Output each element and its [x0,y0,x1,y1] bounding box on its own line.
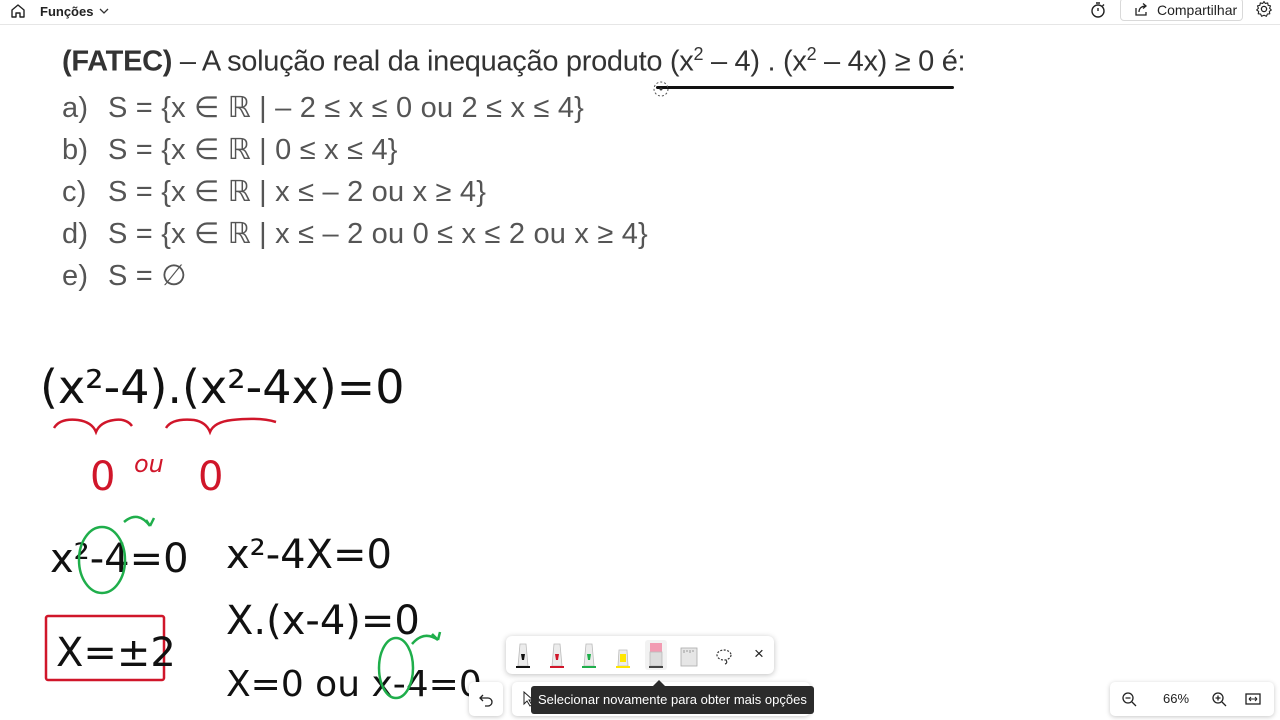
home-icon[interactable] [9,2,27,20]
option-letter: d) [62,218,89,250]
option-a: a) S = {x ∈ ℝ | – 2 ≤ x ≤ 0 ou 2 ≤ x ≤ 4} [62,90,584,125]
hw-equation-right-1: x²-4X=0 [226,532,392,578]
share-button[interactable]: Compartilhar [1120,0,1243,21]
option-letter: a) [62,92,89,124]
question-mid: – 4) . (x [703,45,807,78]
hw-equation-product: (x²-4).(x²-4x)=0 [40,360,405,414]
question-stem: – A solução real da inequação produto (x [172,45,694,78]
question-tail: – 4x) ≥ 0 é: [816,45,966,78]
pen-toolbar: × [506,636,774,674]
hw-zero-right: 0 [198,454,223,500]
top-bar: Funções Compartilhar [0,0,1280,25]
option-letter: c) [62,176,87,208]
pen-cursor-icon [653,81,669,97]
hw-equation-right-3: X=0 ou x-4=0 [226,664,482,705]
option-text: S = {x ∈ ℝ | x ≤ – 2 ou x ≥ 4} [108,176,487,208]
zoom-control: 66% [1110,682,1274,716]
hw-ou: ou [134,450,164,478]
option-text: S = {x ∈ ℝ | – 2 ≤ x ≤ 0 ou 2 ≤ x ≤ 4} [108,92,585,124]
green-pen-icon[interactable] [578,640,600,670]
lasso-icon[interactable] [713,640,735,670]
option-e: e) S = ∅ [62,258,187,293]
question-title: (FATEC) – A solução real da inequação pr… [62,44,1002,79]
option-c: c) S = {x ∈ ℝ | x ≤ – 2 ou x ≥ 4} [62,174,486,209]
close-toolbar-button[interactable]: × [750,645,768,663]
option-b: b) S = {x ∈ ℝ | 0 ≤ x ≤ 4} [62,132,398,167]
exponent-1: 2 [693,44,704,64]
ruler-icon[interactable] [678,640,700,670]
funcoes-menu-button[interactable]: Funções [40,0,110,22]
hw-equation-right-2: X.(x-4)=0 [226,598,420,644]
pink-eraser-icon[interactable] [645,640,667,670]
question-block: (FATEC) – A solução real da inequação pr… [62,44,1002,292]
funcoes-menu-label: Funções [40,3,94,19]
zoom-out-icon[interactable] [1120,690,1138,708]
option-text: S = ∅ [108,260,187,292]
red-pen-icon[interactable] [546,640,568,670]
undo-icon [479,694,493,707]
green-arrow-right [411,631,442,645]
option-letter: e) [62,260,89,292]
settings-icon[interactable] [1255,0,1273,18]
black-pen-icon[interactable] [512,640,534,670]
yellow-highlighter-icon[interactable] [612,640,634,670]
ink-underline [656,86,954,89]
red-box-result [44,614,166,682]
fit-to-screen-icon[interactable] [1244,690,1262,708]
share-icon [1135,2,1148,16]
red-brace-left [52,418,133,436]
chevron-down-icon [100,8,109,14]
hw-equation-left: x²-4=0 [50,536,189,582]
tooltip: Selecionar novamente para obter mais opç… [531,680,814,714]
zoom-level: 66% [1162,691,1190,706]
option-text: S = {x ∈ ℝ | x ≤ – 2 ou 0 ≤ x ≤ 2 ou x ≥… [108,218,648,250]
green-circle-left [77,525,127,595]
hw-zero-left: 0 [90,454,115,500]
option-text: S = {x ∈ ℝ | 0 ≤ x ≤ 4} [108,134,398,166]
hw-result: X=±2 [56,630,176,676]
undo-button[interactable] [469,682,503,716]
green-arrow-left [123,515,156,527]
green-circle-right [377,636,415,700]
zoom-in-icon[interactable] [1210,690,1228,708]
share-label: Compartilhar [1157,1,1238,18]
timer-icon[interactable] [1089,1,1107,19]
option-letter: b) [62,134,89,166]
question-source: (FATEC) [62,45,173,78]
exponent-2: 2 [806,44,817,64]
red-brace-right [164,417,277,436]
option-d: d) S = {x ∈ ℝ | x ≤ – 2 ou 0 ≤ x ≤ 2 ou x… [62,216,648,251]
